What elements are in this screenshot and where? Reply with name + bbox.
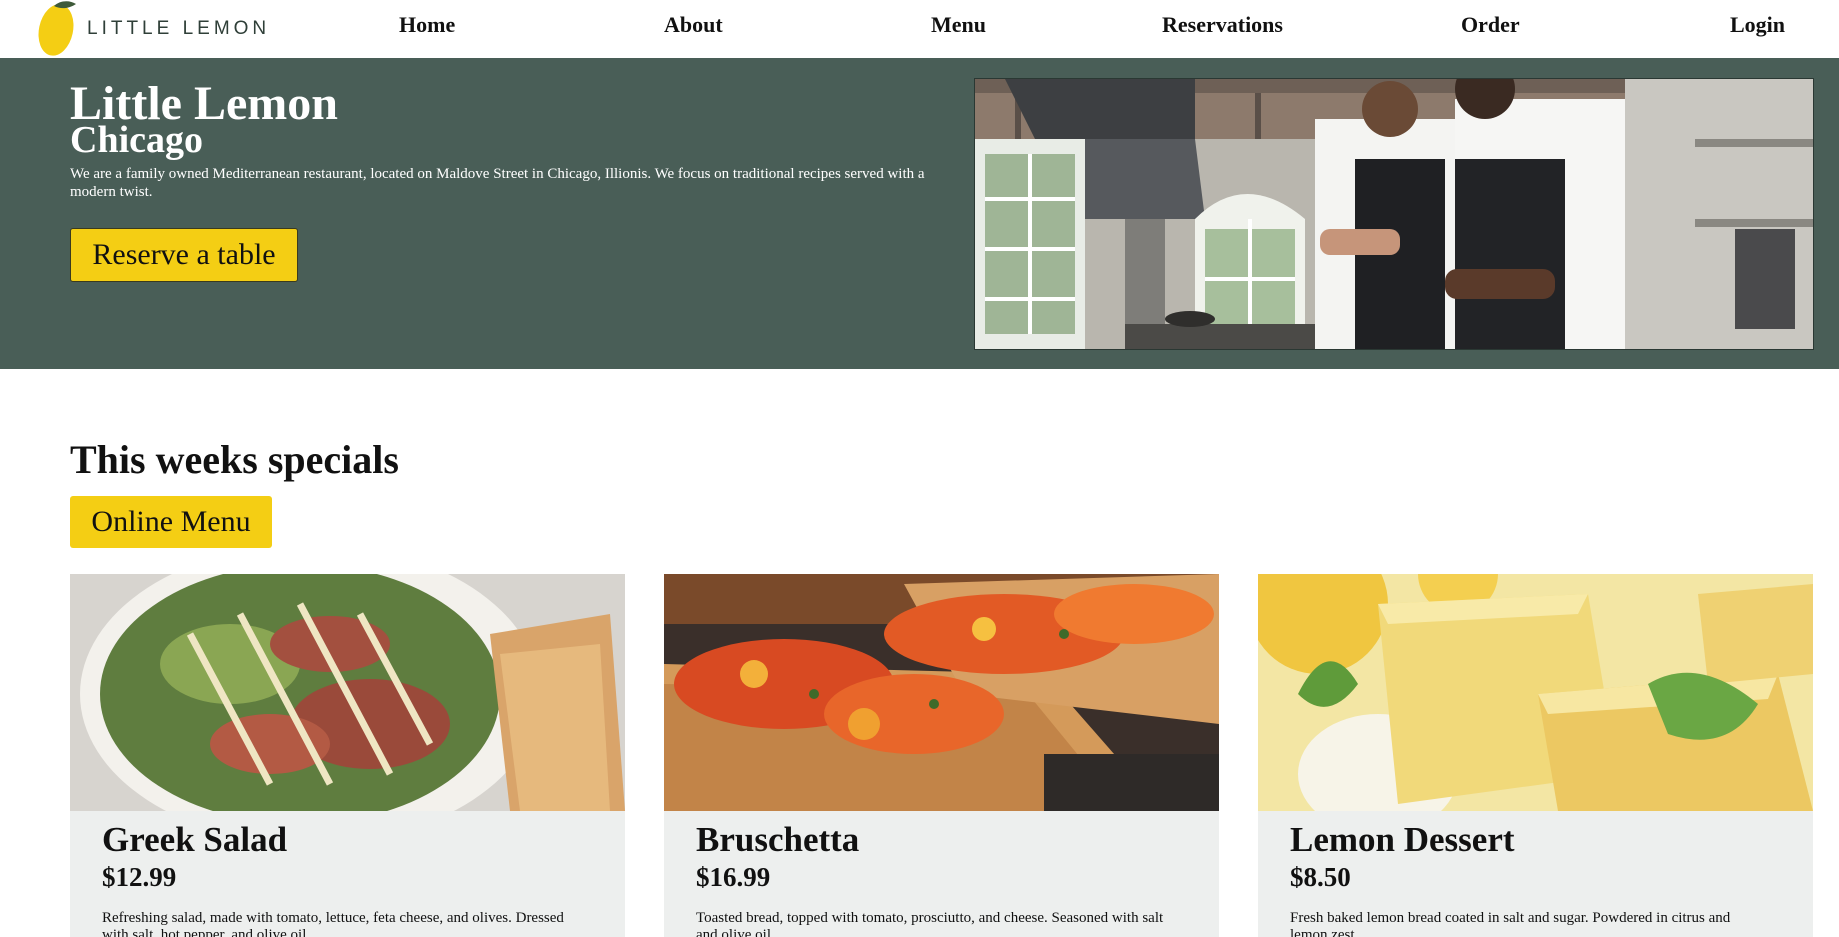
special-card-lemon-dessert[interactable]: Lemon Dessert $8.50 Fresh baked lemon br…	[1258, 574, 1813, 937]
special-card-bruschetta[interactable]: Bruschetta $16.99 Toasted bread, topped …	[664, 574, 1219, 937]
special-card-greek-salad[interactable]: Greek Salad $12.99 Refreshing salad, mad…	[70, 574, 625, 937]
nav-menu-link[interactable]: Menu	[931, 12, 986, 38]
nav-order-link[interactable]: Order	[1461, 12, 1520, 38]
nav-about-link[interactable]: About	[664, 12, 723, 38]
special-item-name: Greek Salad	[102, 820, 288, 859]
special-item-name: Lemon Dessert	[1290, 820, 1515, 859]
nav-login-link[interactable]: Login	[1730, 12, 1785, 38]
special-item-price: $12.99	[102, 862, 177, 892]
hero-section: Little Lemon Chicago We are a family own…	[0, 58, 1839, 369]
lemon-dessert-photo	[1258, 574, 1813, 811]
brand-name: LITTLE LEMON	[87, 18, 271, 39]
special-item-description: Fresh baked lemon bread coated in salt a…	[1290, 910, 1731, 937]
lemon-icon	[38, 1, 76, 56]
special-item-price: $16.99	[696, 862, 771, 892]
special-item-description: Toasted bread, topped with tomato, prosc…	[696, 910, 1164, 937]
specials-heading: This weeks specials	[70, 437, 399, 482]
greek-salad-photo	[70, 574, 625, 811]
nav-home-link[interactable]: Home	[399, 12, 455, 38]
special-item-name: Bruschetta	[696, 820, 860, 859]
hero-chefs-photo	[974, 78, 1814, 350]
reserve-table-button[interactable]: Reserve a table	[70, 228, 298, 282]
online-menu-button[interactable]: Online Menu	[70, 496, 272, 548]
nav-reservations-link[interactable]: Reservations	[1162, 12, 1283, 38]
bruschetta-photo	[664, 574, 1219, 811]
special-item-description: Refreshing salad, made with tomato, lett…	[102, 910, 564, 937]
hero-description: We are a family owned Mediterranean rest…	[70, 166, 925, 200]
hero-subtitle: Chicago	[70, 119, 203, 161]
top-navigation: LITTLE LEMON Home About Menu Reservation…	[0, 0, 1839, 58]
special-item-price: $8.50	[1290, 862, 1351, 892]
